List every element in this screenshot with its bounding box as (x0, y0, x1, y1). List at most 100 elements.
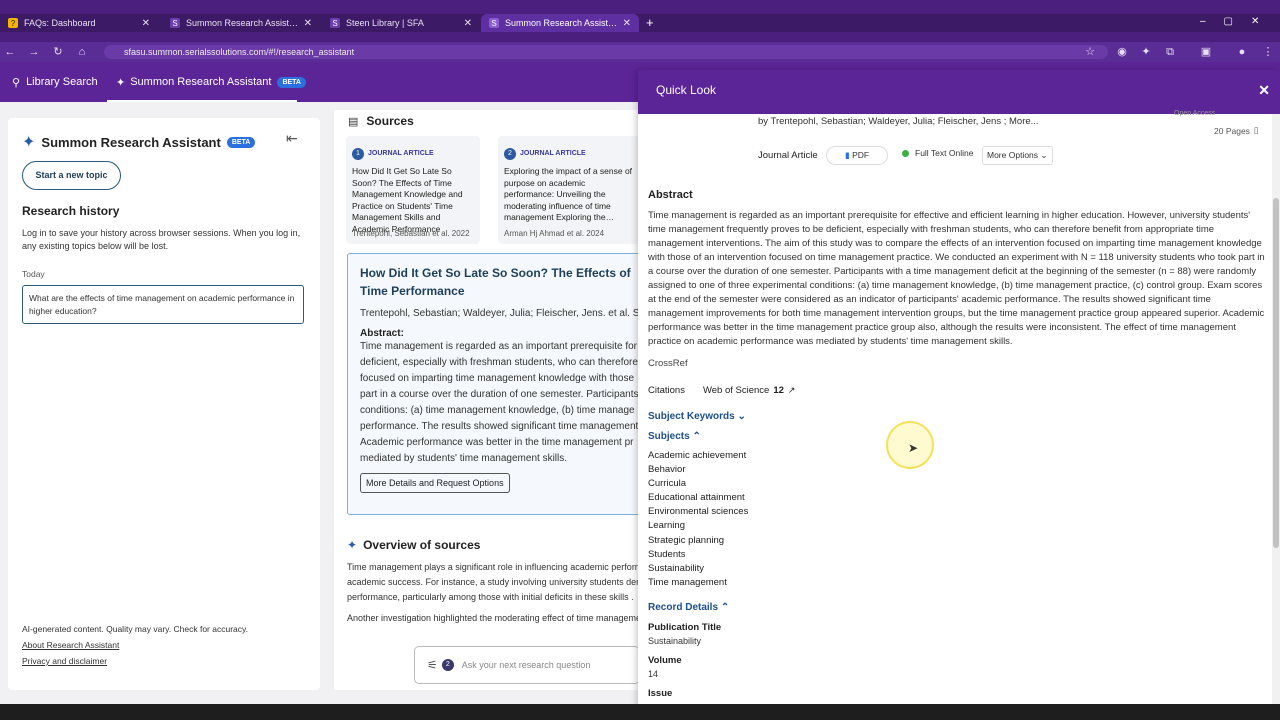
today-label: Today (22, 269, 45, 279)
reload-icon[interactable]: ↻ (50, 44, 66, 60)
address-toolbar: ← → ↻ ⌂ sfasu.summon.serialssolutions.co… (0, 42, 1280, 62)
browser-tab-summon-active[interactable]: S Summon Research Assistant - S ✕ (481, 14, 639, 32)
close-icon[interactable]: ✕ (623, 18, 631, 29)
abstract-line: focused on imparting time management kno… (360, 373, 635, 384)
history-heading: Research history (22, 204, 120, 218)
extension-icon[interactable]: ◉ (1114, 44, 1130, 60)
subject-item[interactable]: Curricula (648, 477, 748, 491)
window-controls[interactable]: –▢✕ (1200, 16, 1277, 27)
source-authors: Arman Hj Ahmad et al. 2024 (504, 229, 605, 238)
volume-value: 14 (648, 669, 659, 679)
subjects-list: Academic achievement Behavior Curricula … (648, 449, 748, 590)
new-tab-button[interactable]: + (646, 15, 654, 30)
subject-item[interactable]: Academic achievement (648, 449, 748, 463)
citations-count[interactable]: 12 (773, 385, 784, 396)
puzzle-icon[interactable]: ⧉ (1162, 44, 1178, 60)
close-icon[interactable]: ✕ (464, 18, 472, 29)
ask-input-placeholder: Ask your next research question (461, 660, 591, 670)
subject-item[interactable]: Environmental sciences (648, 505, 748, 519)
close-icon[interactable]: ✕ (304, 18, 312, 29)
detail-title: How Did It Get So Late So Soon? The Effe… (360, 266, 631, 298)
nav-label: Library Search (26, 76, 98, 88)
bookmark-star-icon[interactable]: ☆ (1082, 44, 1098, 60)
subject-item[interactable]: Behavior (648, 463, 748, 477)
browser-tab-faqs[interactable]: ? FAQs: Dashboard ✕ (0, 14, 158, 32)
home-icon[interactable]: ⌂ (74, 44, 90, 60)
browser-tab-steen[interactable]: S Steen Library | SFA ✕ (322, 14, 480, 32)
subject-item[interactable]: Learning (648, 519, 748, 533)
left-sidebar: ✦ Summon Research Assistant BETA ⇤ Start… (8, 118, 320, 690)
history-item[interactable]: What are the effects of time management … (22, 285, 304, 324)
forward-arrow-icon[interactable]: → (26, 44, 42, 60)
record-details-toggle[interactable]: Record Details ⌃ (648, 602, 729, 613)
pdf-label: PDF (852, 150, 870, 160)
browser-tab-summon-1[interactable]: S Summon Research Assistant - S ✕ (162, 14, 320, 32)
more-details-button[interactable]: More Details and Request Options (360, 473, 510, 493)
record-authors: by Trentepohl, Sebastian; Waldeyer, Juli… (758, 116, 1039, 127)
subject-item[interactable]: Students (648, 548, 748, 562)
subject-keywords-label: Subject Keywords (648, 411, 735, 422)
avatar[interactable]: ● (1234, 44, 1250, 60)
source-card-1[interactable]: 1 JOURNAL ARTICLE How Did It Get So Late … (346, 136, 480, 244)
extension-icon[interactable]: ✦ (1138, 44, 1154, 60)
scrollbar-thumb[interactable] (1273, 198, 1279, 548)
collapse-panel-icon[interactable]: ⇤ (286, 130, 298, 147)
citations-source[interactable]: Web of Science (703, 385, 769, 396)
subject-item[interactable]: Sustainability (648, 562, 748, 576)
issue-label: Issue (648, 688, 673, 699)
ask-question-box[interactable]: ⚟ 2 Ask your next research question (414, 646, 640, 684)
abstract-line: deficient, especially with freshman stud… (360, 357, 638, 368)
subject-item[interactable]: Time management (648, 576, 748, 590)
research-assistant-link[interactable]: ✦ Summon Research Assistant BETA (116, 62, 306, 102)
volume-label: Volume (648, 655, 682, 666)
subject-keywords-toggle[interactable]: Subject Keywords ⌄ (648, 411, 746, 422)
abstract-label: Abstract: (360, 328, 404, 339)
source-authors: Trentepohl, Sebastian et al. 2022 (352, 229, 470, 238)
sidebar-icon[interactable]: ▣ (1198, 44, 1214, 60)
quick-look-panel: Quick Look ✕ by Trentepohl, Sebastian; W… (638, 70, 1280, 710)
panel-scrollbar[interactable] (1272, 114, 1280, 710)
chevron-up-icon: ⌃ (692, 431, 701, 442)
privacy-link[interactable]: Privacy and disclaimer (22, 656, 107, 666)
menu-dots-icon[interactable]: ⋮ (1260, 44, 1276, 60)
sparkle-icon: ✦ (116, 76, 126, 89)
filter-icon[interactable]: ⚟ (427, 658, 438, 672)
pdf-button[interactable]: ▮ PDF (826, 146, 889, 165)
address-bar[interactable]: sfasu.summon.serialssolutions.com/#!/res… (104, 45, 1108, 59)
source-label: CrossRef (648, 358, 688, 369)
source-type: JOURNAL ARTICLE (520, 150, 586, 157)
subjects-label: Subjects (648, 431, 690, 442)
subject-item[interactable]: Educational attainment (648, 491, 748, 505)
screen: ? FAQs: Dashboard ✕ S Summon Research As… (0, 0, 1280, 720)
subjects-toggle[interactable]: Subjects ⌃ (648, 431, 701, 442)
overview-line: Another investigation highlighted the mo… (347, 613, 640, 623)
copy-icon: ▯ (1253, 125, 1259, 135)
source-title: Exploring the impact of a sense of purpo… (504, 166, 633, 222)
close-icon[interactable]: ✕ (1258, 70, 1270, 110)
abstract-line: Academic performance was better in the t… (360, 437, 634, 448)
full-text-link[interactable]: Full Text Online (902, 148, 973, 158)
start-new-topic-button[interactable]: Start a new topic (22, 161, 121, 190)
beta-badge: BETA (226, 136, 256, 148)
back-arrow-icon[interactable]: ← (2, 44, 18, 60)
chevron-down-icon: ⌄ (737, 411, 746, 422)
tab-title: Steen Library | SFA (346, 18, 424, 28)
external-link-icon[interactable]: ↗ (788, 385, 796, 396)
library-search-link[interactable]: ⚲ Library Search (12, 62, 98, 102)
sidebar-header: ✦ Summon Research Assistant BETA (22, 132, 256, 152)
subject-item[interactable]: Strategic planning (648, 534, 748, 548)
pages-count: 20 Pages (1214, 125, 1250, 136)
publication-title-label: Publication Title (648, 622, 722, 633)
summon-favicon-icon: S (170, 18, 180, 28)
source-card-2[interactable]: 2 JOURNAL ARTICLE Exploring the impact of… (498, 136, 640, 244)
main-content: ▤ Sources 1 JOURNAL ARTICLE How Did It Ge… (334, 110, 647, 690)
close-icon[interactable]: ✕ (142, 18, 150, 29)
full-text-label: Full Text Online (915, 148, 974, 158)
chevron-up-icon: ⌃ (720, 602, 730, 613)
more-options-dropdown[interactable]: More Options ⌄ (982, 146, 1053, 165)
about-link[interactable]: About Research Assistant (22, 640, 119, 650)
abstract-line: Time management is regarded as an import… (360, 341, 637, 352)
sidebar-title: Summon Research Assistant (41, 134, 221, 150)
publication-title-value: Sustainability (648, 636, 702, 646)
document-icon: ▤ (348, 115, 359, 128)
